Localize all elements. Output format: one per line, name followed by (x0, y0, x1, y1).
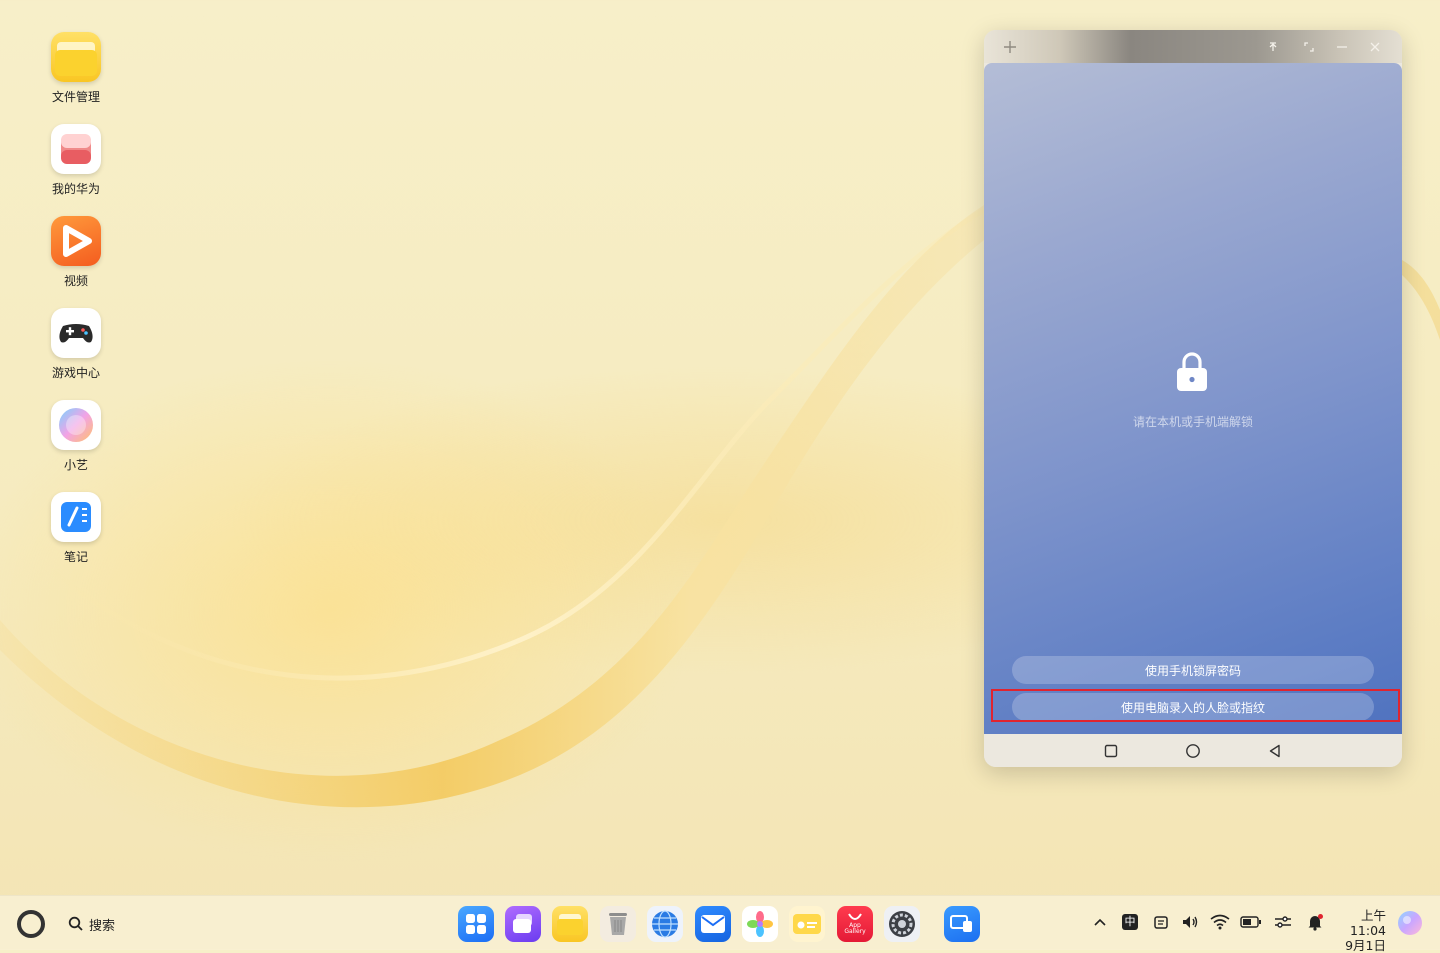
clipboard-icon[interactable] (1151, 911, 1171, 933)
clock-date: 9月1日 (1345, 938, 1386, 953)
browser-icon[interactable] (647, 906, 683, 942)
search-icon (68, 916, 83, 931)
desktop-icon-file-manager[interactable]: 文件管理 (45, 32, 107, 105)
assistant-orb-icon[interactable] (1396, 909, 1424, 937)
phone-window: 请在本机或手机端解锁 使用手机锁屏密码 使用电脑录入的人脸或指纹 (984, 30, 1402, 767)
desktop-icon-label: 我的华为 (51, 182, 100, 196)
home-icon[interactable] (1184, 742, 1202, 760)
minimize-icon[interactable] (1332, 37, 1352, 57)
video-icon (51, 216, 101, 266)
desktop-icon-label: 小艺 (63, 458, 88, 472)
xiaoyi-icon (51, 400, 101, 450)
device-connect-icon[interactable] (944, 906, 980, 942)
desktop-icon-label: 视频 (63, 274, 88, 288)
mail-icon[interactable] (695, 906, 731, 942)
highlight-box (991, 689, 1400, 722)
desktop-icon-label: 笔记 (63, 550, 88, 564)
close-icon[interactable] (1365, 37, 1385, 57)
app-launcher-icon[interactable] (458, 906, 494, 942)
desktop-icon-my-huawei[interactable]: 我的华为 (45, 124, 107, 197)
desktop-icon-label: 文件管理 (51, 90, 100, 104)
folder-icon (51, 32, 101, 82)
appgallery-icon[interactable]: App Gallery (837, 906, 873, 942)
multitask-icon[interactable] (505, 906, 541, 942)
taskbar: 搜索 App Gallery 中 上午11:04 9月1日 (0, 895, 1440, 953)
plus-icon[interactable] (1000, 37, 1020, 57)
trash-icon[interactable] (600, 906, 636, 942)
volume-icon[interactable] (1180, 911, 1200, 933)
pin-icon[interactable] (1263, 37, 1283, 57)
desktop-icon-game-center[interactable]: 游戏中心 (45, 308, 107, 381)
unlock-hint: 请在本机或手机端解锁 (1132, 415, 1253, 429)
desktop-icon-xiaoyi[interactable]: 小艺 (45, 400, 107, 473)
search-label: 搜索 (89, 918, 116, 934)
gamepad-icon (51, 308, 101, 358)
recent-apps-icon[interactable] (1102, 742, 1120, 760)
fullscreen-icon[interactable] (1299, 37, 1319, 57)
desktop-icon-video[interactable]: 视频 (45, 216, 107, 289)
files-icon[interactable] (552, 906, 588, 942)
gallery-icon[interactable] (742, 906, 778, 942)
desktop-icon-label: 游戏中心 (51, 366, 100, 380)
start-button[interactable] (17, 910, 45, 938)
input-method-label: 中 (1122, 914, 1138, 930)
taskbar-search[interactable]: 搜索 (68, 913, 115, 935)
my-huawei-icon (51, 124, 101, 174)
clock-time: 上午11:04 (1349, 908, 1386, 938)
system-clock[interactable]: 上午11:04 9月1日 (1326, 908, 1386, 953)
wifi-icon[interactable] (1209, 911, 1231, 933)
notes-icon (51, 492, 101, 542)
phone-lock-screen: 请在本机或手机端解锁 使用手机锁屏密码 使用电脑录入的人脸或指纹 (984, 63, 1402, 734)
phone-window-titlebar[interactable] (984, 30, 1402, 63)
lock-icon (1177, 352, 1207, 391)
notification-bell-icon[interactable] (1305, 911, 1325, 933)
battery-icon[interactable] (1240, 911, 1262, 933)
input-method-indicator[interactable]: 中 (1121, 911, 1139, 933)
desktop-icon-notes[interactable]: 笔记 (45, 492, 107, 565)
phone-navigation-bar (984, 734, 1402, 767)
appgallery-label: App Gallery (844, 922, 866, 935)
back-icon[interactable] (1266, 742, 1284, 760)
chevron-up-icon[interactable] (1091, 911, 1109, 933)
wallet-icon[interactable] (789, 906, 825, 942)
control-center-icon[interactable] (1273, 911, 1293, 933)
use-phone-password-button[interactable]: 使用手机锁屏密码 (1012, 656, 1374, 684)
settings-icon[interactable] (884, 906, 920, 942)
